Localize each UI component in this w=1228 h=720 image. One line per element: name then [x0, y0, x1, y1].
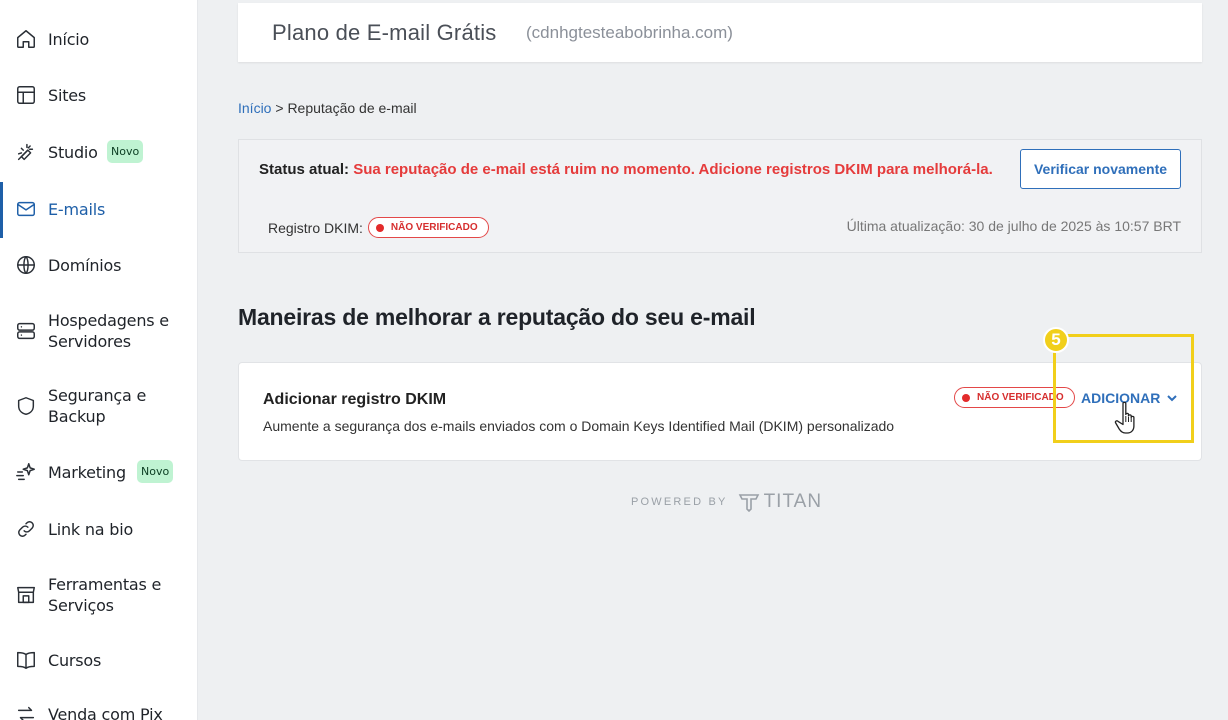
globe-icon — [15, 254, 37, 276]
link-icon — [15, 518, 37, 540]
book-icon — [15, 649, 37, 671]
store-icon — [15, 584, 37, 606]
status-dot-icon — [375, 223, 384, 232]
page-header: Plano de E-mail Grátis (cdnhgtesteabobri… — [238, 3, 1202, 62]
sidebar-item-label: Sites — [48, 86, 87, 105]
step-number-badge: 5 — [1043, 327, 1069, 353]
sidebar-item-label: Cursos — [48, 651, 102, 670]
dkim-status-text: NÃO VERIFICADO — [390, 222, 478, 233]
sparkle-icon — [15, 461, 37, 483]
status-line: Status atual: Sua reputação de e-mail es… — [259, 161, 993, 178]
sidebar-item-label: Início — [48, 30, 90, 49]
titan-brand-text: TITAN — [763, 491, 823, 512]
sidebar-item-label: Link na bio — [48, 520, 134, 539]
powered-by-text: POWERED BY — [631, 496, 728, 508]
magic-wand-icon — [15, 141, 37, 163]
titan-logo: TITAN — [738, 491, 822, 513]
sidebar: Início Sites Studio Novo E-mails Domínio… — [0, 0, 198, 720]
server-icon — [15, 320, 37, 342]
sidebar-item-label: Backup — [48, 407, 106, 426]
domain-label: (cdnhgtesteabobrinha.com) — [526, 23, 733, 42]
breadcrumb: Início > Reputação de e-mail — [238, 100, 417, 116]
layout-icon — [15, 84, 37, 106]
shield-icon — [15, 395, 37, 417]
sidebar-item-label: Domínios — [48, 256, 122, 275]
dkim-label: Registro DKIM: — [268, 219, 363, 236]
arrows-icon — [15, 703, 37, 720]
home-icon — [15, 28, 37, 50]
verify-again-button[interactable]: Verificar novamente — [1020, 149, 1181, 189]
status-dot-icon — [962, 393, 970, 402]
breadcrumb-home-link[interactable]: Início — [238, 100, 271, 116]
status-label: Status atual: — [259, 161, 350, 178]
breadcrumb-current: Reputação de e-mail — [287, 100, 417, 116]
status-message: Sua reputação de e-mail está ruim no mom… — [353, 161, 993, 178]
powered-by-footer: POWERED BY TITAN — [631, 491, 822, 513]
dkim-status-row: Registro DKIM: NÃO VERIFICADO — [268, 217, 489, 238]
sidebar-item-label: Segurança e — [48, 386, 147, 405]
mail-icon — [15, 198, 37, 220]
sidebar-item-label: Studio — [48, 143, 98, 162]
last-update-text: Última atualização: 30 de julho de 2025 … — [846, 218, 1181, 234]
sidebar-item-label: E-mails — [48, 200, 106, 219]
dkim-card-description: Aumente a segurança dos e-mails enviados… — [263, 418, 895, 434]
sidebar-item-label: Venda com Pix — [48, 705, 163, 720]
sidebar-item-label: Serviços — [48, 596, 114, 615]
breadcrumb-separator: > — [275, 100, 284, 116]
dkim-card-title: Adicionar registro DKIM — [263, 391, 447, 408]
sidebar-item-label: Marketing — [48, 463, 126, 482]
dkim-status-badge: NÃO VERIFICADO — [367, 217, 489, 238]
section-title: Maneiras de melhorar a reputação do seu … — [238, 304, 756, 330]
dkim-card-status-text: NÃO VERIFICADO — [977, 392, 1064, 403]
hand-cursor-icon — [1114, 401, 1135, 434]
sidebar-item-label: Hospedagens e — [48, 311, 169, 330]
sidebar-item-label: Ferramentas e — [48, 575, 162, 594]
titan-logo-icon — [738, 494, 759, 512]
page-title: Plano de E-mail Grátis — [272, 20, 497, 45]
new-badge: Novo — [107, 140, 144, 163]
status-panel: Status atual: Sua reputação de e-mail es… — [238, 139, 1202, 253]
new-badge: Novo — [137, 460, 174, 483]
sidebar-item-label: Servidores — [48, 332, 131, 351]
